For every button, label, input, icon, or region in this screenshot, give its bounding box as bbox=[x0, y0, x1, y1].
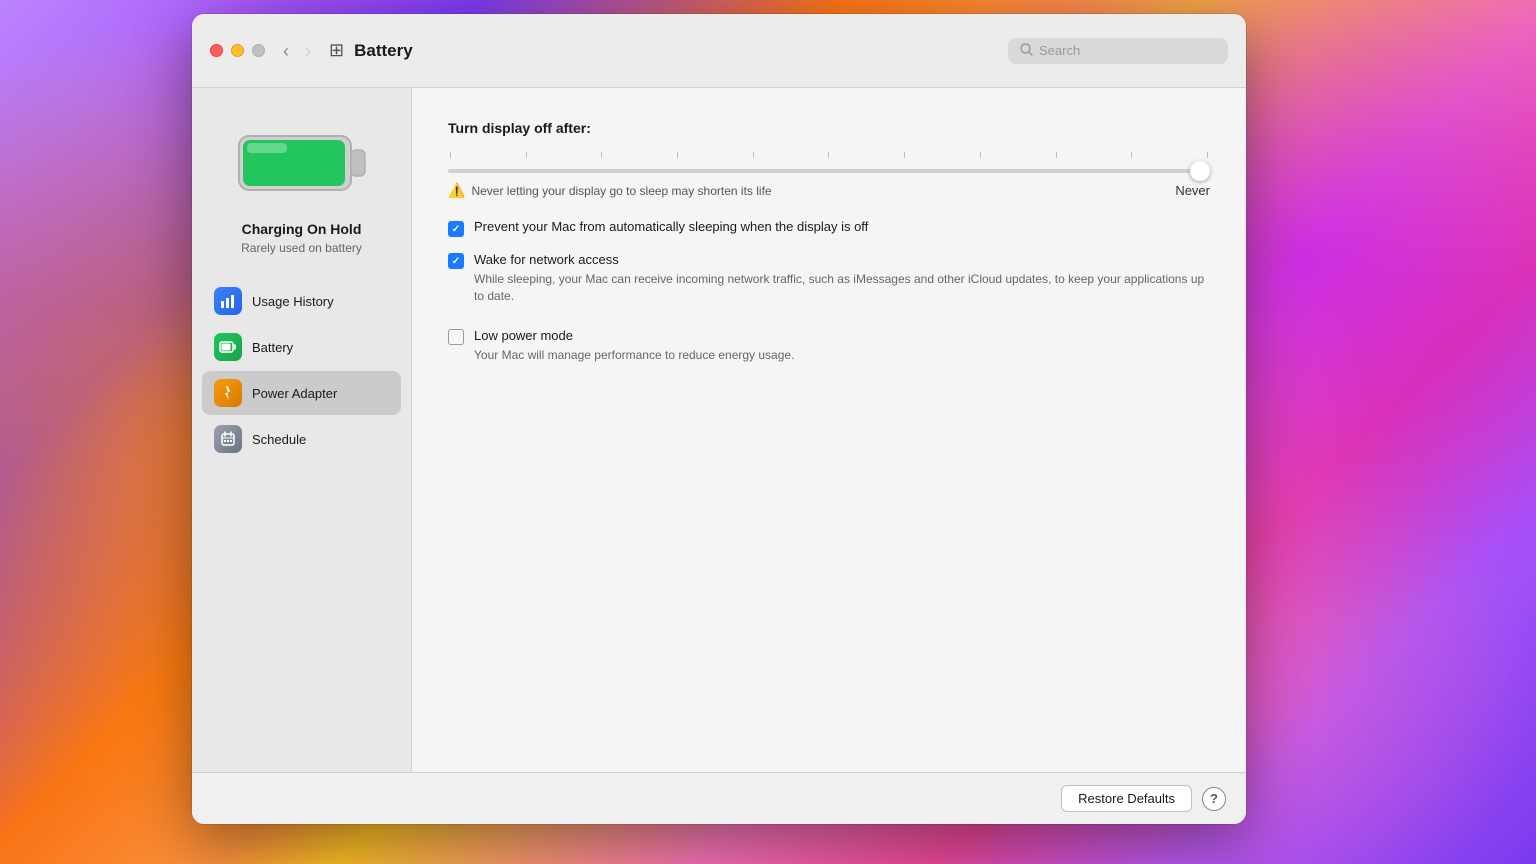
help-button[interactable]: ? bbox=[1202, 787, 1226, 811]
restore-defaults-button[interactable]: Restore Defaults bbox=[1061, 785, 1192, 812]
settings-window: ‹ › ⊞ Battery bbox=[192, 14, 1246, 824]
battery-graphic bbox=[237, 128, 367, 200]
checkbox-wake-network-desc: While sleeping, your Mac can receive inc… bbox=[474, 271, 1210, 305]
tick bbox=[677, 152, 678, 158]
display-sleep-slider[interactable] bbox=[448, 169, 1210, 173]
sidebar-label-schedule: Schedule bbox=[252, 432, 306, 447]
sidebar-nav: Usage History Battery bbox=[192, 279, 411, 463]
search-icon bbox=[1020, 43, 1033, 59]
sidebar: Charging On Hold Rarely used on battery … bbox=[192, 88, 412, 772]
sidebar-item-battery[interactable]: Battery bbox=[202, 325, 401, 369]
checkbox-row-prevent-sleep: Prevent your Mac from automatically slee… bbox=[448, 219, 1210, 237]
search-input[interactable] bbox=[1039, 43, 1216, 58]
tick bbox=[601, 152, 602, 158]
checkbox-wake-network-label: Wake for network access bbox=[474, 252, 619, 267]
slider-section-title: Turn display off after: bbox=[448, 120, 1210, 136]
sidebar-item-usage-history[interactable]: Usage History bbox=[202, 279, 401, 323]
usage-history-icon bbox=[214, 287, 242, 315]
battery-icon-container bbox=[237, 128, 367, 205]
sidebar-item-power-adapter[interactable]: Power Adapter bbox=[202, 371, 401, 415]
tick bbox=[1056, 152, 1057, 158]
slider-wrapper bbox=[448, 152, 1210, 178]
tick bbox=[526, 152, 527, 158]
checkbox-wake-network-area[interactable] bbox=[448, 253, 464, 269]
minimize-button[interactable] bbox=[231, 44, 244, 57]
traffic-lights bbox=[210, 44, 265, 57]
battery-nav-icon bbox=[214, 333, 242, 361]
tick bbox=[1131, 152, 1132, 158]
sidebar-label-power-adapter: Power Adapter bbox=[252, 386, 337, 401]
checkbox-low-power-area[interactable] bbox=[448, 329, 464, 345]
checkbox-low-power-label: Low power mode bbox=[474, 328, 573, 343]
checkbox-prevent-sleep[interactable] bbox=[448, 221, 464, 237]
warning-text: Never letting your display go to sleep m… bbox=[471, 184, 771, 198]
checkbox-wake-network-content: Wake for network access While sleeping, … bbox=[474, 251, 1210, 317]
schedule-icon bbox=[214, 425, 242, 453]
battery-status-title: Charging On Hold bbox=[242, 221, 362, 237]
sidebar-item-schedule[interactable]: Schedule bbox=[202, 417, 401, 461]
checkbox-low-power-content: Low power mode Your Mac will manage perf… bbox=[474, 327, 794, 376]
checkbox-prevent-sleep-label: Prevent your Mac from automatically slee… bbox=[474, 219, 868, 234]
window-title: Battery bbox=[354, 41, 1008, 61]
tick bbox=[753, 152, 754, 158]
back-button[interactable]: ‹ bbox=[277, 38, 295, 64]
tick bbox=[980, 152, 981, 158]
checkbox-wake-network[interactable] bbox=[448, 253, 464, 269]
nav-buttons: ‹ › bbox=[277, 38, 317, 64]
checkbox-row-low-power: Low power mode Your Mac will manage perf… bbox=[448, 327, 1210, 376]
forward-button[interactable]: › bbox=[299, 38, 317, 64]
content-area: Charging On Hold Rarely used on battery … bbox=[192, 88, 1246, 772]
checkbox-low-power-desc: Your Mac will manage performance to redu… bbox=[474, 347, 794, 364]
sidebar-label-battery: Battery bbox=[252, 340, 293, 355]
tick bbox=[828, 152, 829, 158]
tick bbox=[450, 152, 451, 158]
checkbox-row-wake-network: Wake for network access While sleeping, … bbox=[448, 251, 1210, 317]
search-bar[interactable] bbox=[1008, 38, 1228, 64]
power-adapter-icon bbox=[214, 379, 242, 407]
warning-row: ⚠️ Never letting your display go to slee… bbox=[448, 182, 1210, 199]
warning-icon: ⚠️ bbox=[448, 182, 465, 199]
slider-ticks bbox=[448, 152, 1210, 158]
battery-status-subtitle: Rarely used on battery bbox=[241, 241, 362, 255]
checkbox-prevent-sleep-area[interactable] bbox=[448, 221, 464, 237]
never-label: Never bbox=[1175, 183, 1210, 198]
maximize-button[interactable] bbox=[252, 44, 265, 57]
main-panel: Turn display off after: bbox=[412, 88, 1246, 772]
grid-icon: ⊞ bbox=[329, 40, 344, 61]
checkbox-low-power[interactable] bbox=[448, 329, 464, 345]
sidebar-label-usage-history: Usage History bbox=[252, 294, 334, 309]
close-button[interactable] bbox=[210, 44, 223, 57]
tick bbox=[904, 152, 905, 158]
titlebar: ‹ › ⊞ Battery bbox=[192, 14, 1246, 88]
tick bbox=[1207, 152, 1208, 158]
bottom-bar: Restore Defaults ? bbox=[192, 772, 1246, 824]
